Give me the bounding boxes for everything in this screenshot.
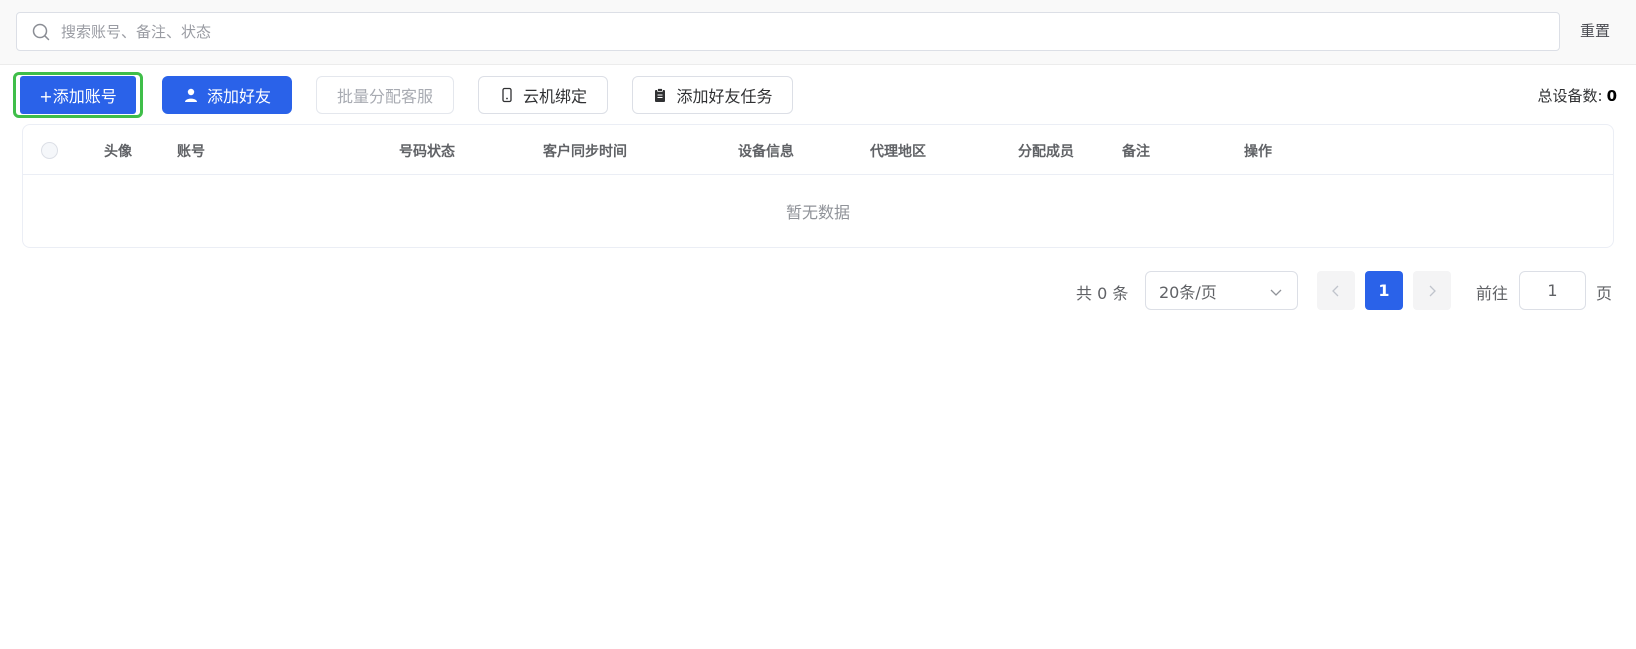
column-sync-time: 客户同步时间 <box>543 144 627 160</box>
reset-button[interactable]: 重置 <box>1580 20 1610 41</box>
add-friend-task-label: 添加好友任务 <box>676 87 773 106</box>
batch-assign-service-button[interactable]: 批量分配客服 <box>316 76 454 114</box>
goto-label: 前往 <box>1476 284 1509 303</box>
add-friend-task-button[interactable]: 添加好友任务 <box>632 76 793 114</box>
column-device-info: 设备信息 <box>738 144 794 160</box>
column-account: 账号 <box>177 144 205 160</box>
select-all-checkbox[interactable] <box>41 142 58 159</box>
prev-page-button[interactable] <box>1317 271 1355 310</box>
column-remark: 备注 <box>1122 144 1150 160</box>
phone-icon <box>502 87 512 103</box>
add-friend-label: 添加好友 <box>206 87 271 106</box>
column-assigned-member: 分配成员 <box>1018 144 1074 160</box>
page-size-select[interactable]: 20条/页 <box>1145 271 1298 310</box>
chevron-down-icon <box>1270 289 1282 296</box>
column-avatar: 头像 <box>104 144 132 160</box>
column-actions: 操作 <box>1244 144 1272 160</box>
clipboard-icon <box>655 88 666 102</box>
column-number-status: 号码状态 <box>399 144 455 160</box>
total-devices-count: 0 <box>1606 87 1617 105</box>
pagination-total: 共 0 条 <box>1076 284 1129 303</box>
chevron-right-icon <box>1429 285 1436 296</box>
add-account-button[interactable]: +添加账号 <box>20 76 136 114</box>
search-box[interactable] <box>16 12 1560 51</box>
search-icon <box>32 23 50 40</box>
user-icon <box>184 88 197 102</box>
table-header: 头像 账号 号码状态 客户同步时间 设备信息 代理地区 分配成员 备注 操作 <box>23 125 1613 175</box>
total-devices: 总设备数: 0 <box>1538 85 1618 106</box>
page-size-value: 20条/页 <box>1159 282 1217 302</box>
accounts-table: 头像 账号 号码状态 客户同步时间 设备信息 代理地区 分配成员 备注 操作 暂… <box>22 124 1614 248</box>
batch-assign-label: 批量分配客服 <box>336 87 433 106</box>
empty-state: 暂无数据 <box>23 175 1613 247</box>
page-button-current[interactable]: 1 <box>1365 271 1403 310</box>
search-input[interactable] <box>61 22 1541 41</box>
empty-text: 暂无数据 <box>785 203 850 222</box>
column-proxy-region: 代理地区 <box>870 144 926 160</box>
add-friend-button[interactable]: 添加好友 <box>162 76 292 114</box>
goto-page-input[interactable] <box>1519 271 1586 310</box>
cloud-bind-button[interactable]: 云机绑定 <box>478 76 608 114</box>
total-devices-label: 总设备数: <box>1537 87 1603 105</box>
chevron-left-icon <box>1332 285 1339 296</box>
goto-unit: 页 <box>1596 284 1613 303</box>
next-page-button[interactable] <box>1413 271 1451 310</box>
top-bar: 重置 <box>0 0 1636 65</box>
cloud-bind-label: 云机绑定 <box>522 87 587 106</box>
